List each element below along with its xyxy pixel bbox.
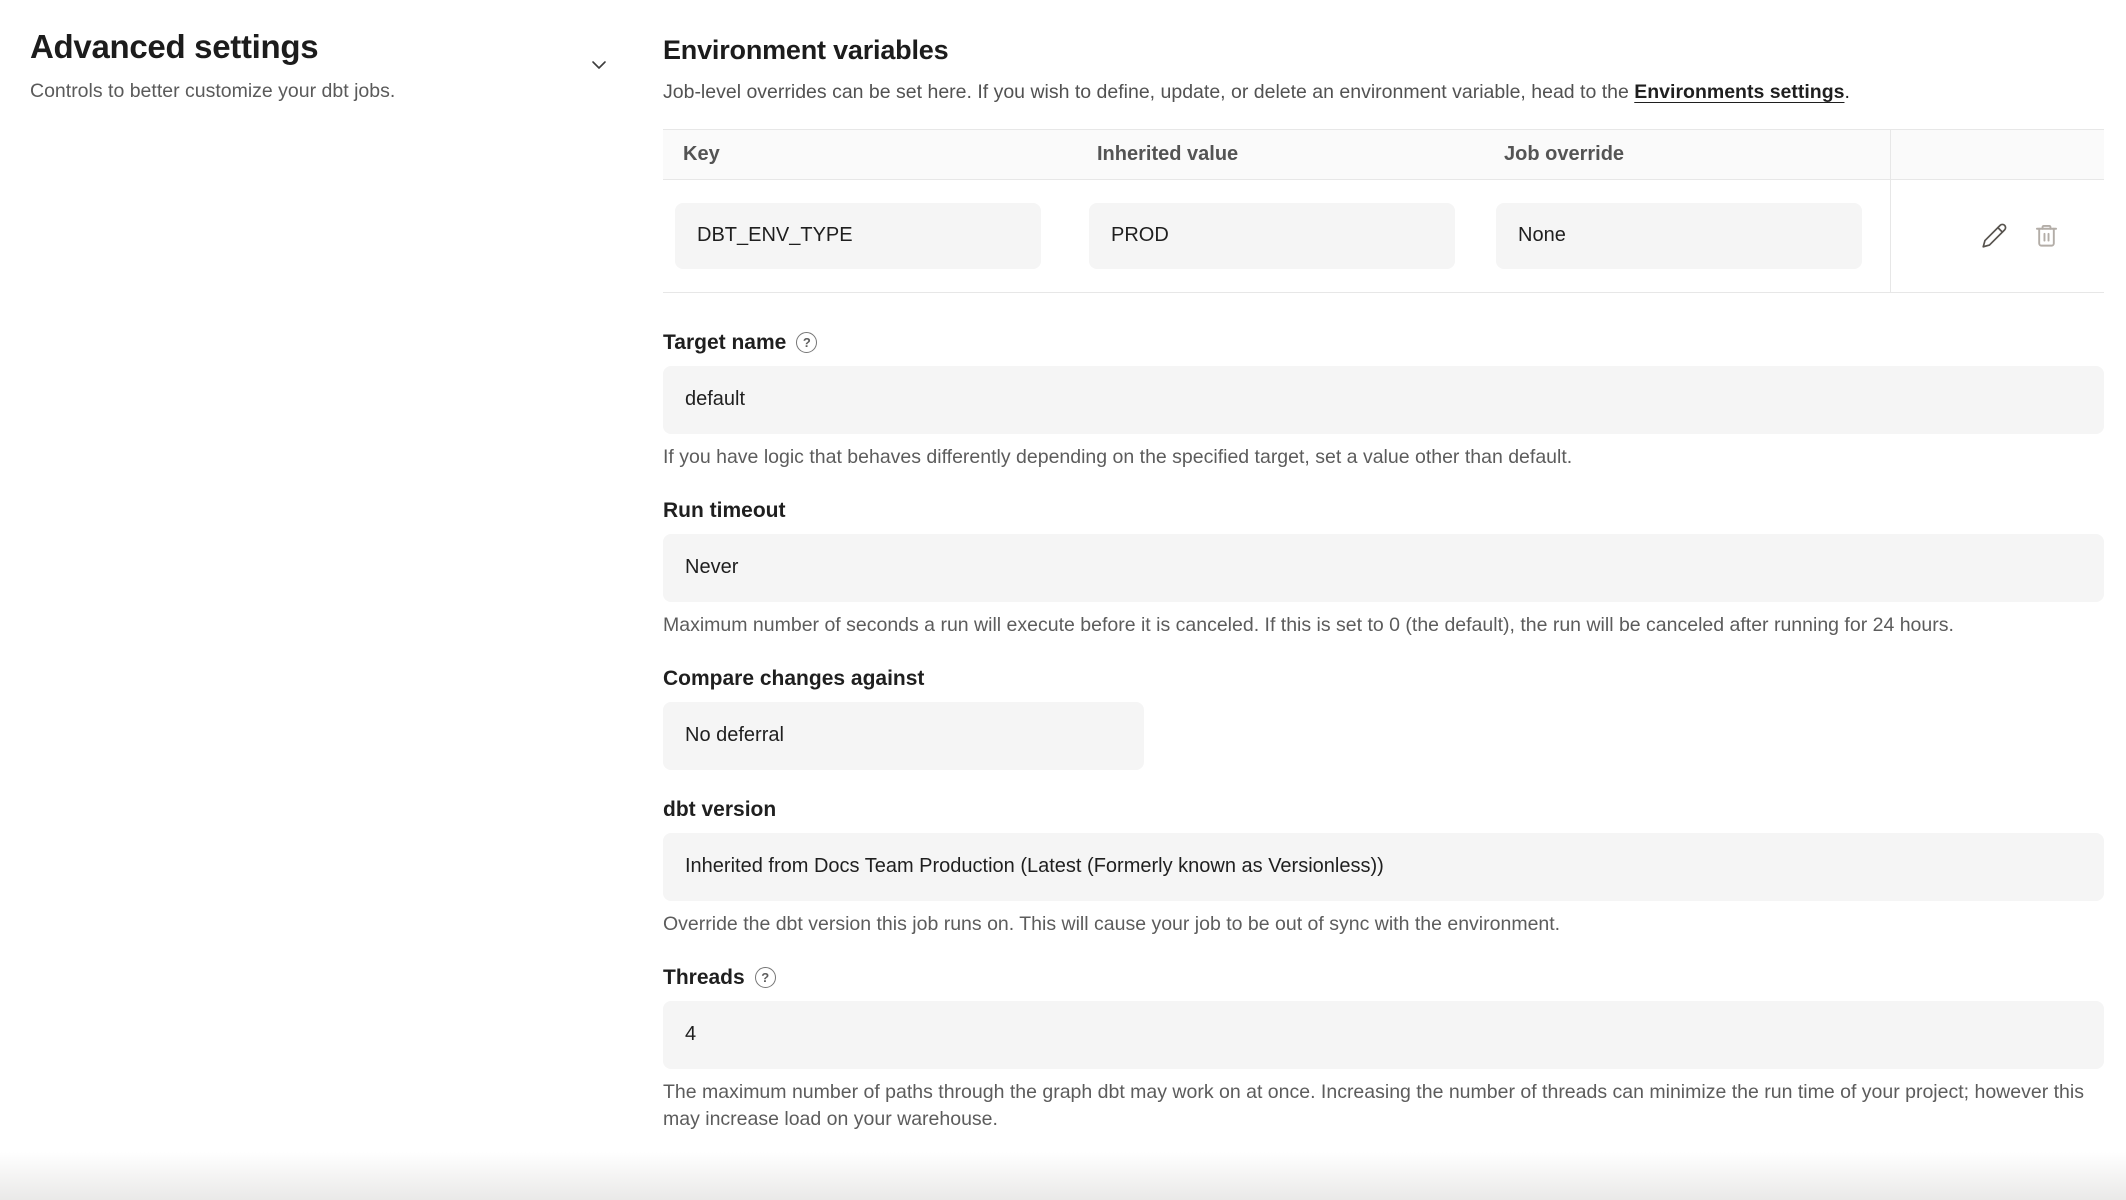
env-vars-title: Environment variables	[663, 34, 2104, 66]
field-label-row: Target name ?	[663, 329, 2104, 356]
column-header-job-override: Job override	[1484, 130, 1890, 179]
env-vars-table-header: Key Inherited value Job override	[663, 130, 2104, 180]
column-header-actions	[1890, 130, 2104, 179]
bottom-fade	[0, 1152, 2126, 1200]
table-row: DBT_ENV_TYPE PROD None	[663, 180, 2104, 292]
left-panel: Advanced settings Controls to better cus…	[0, 0, 663, 105]
run-timeout-helper: Maximum number of seconds a run will exe…	[663, 612, 2104, 639]
field-label-row: Compare changes against	[663, 665, 2104, 692]
help-icon[interactable]: ?	[796, 332, 817, 353]
target-name-helper: If you have logic that behaves different…	[663, 444, 2104, 471]
pencil-icon	[1981, 222, 2008, 249]
dbt-version-label: dbt version	[663, 796, 776, 823]
compare-changes-select[interactable]: No deferral	[663, 702, 1144, 770]
env-var-inherited-value: PROD	[1089, 203, 1455, 269]
target-name-label: Target name	[663, 329, 786, 356]
chevron-down-icon	[587, 53, 611, 77]
env-var-override-cell: None	[1484, 203, 1890, 269]
advanced-settings-content: Environment variables Job-level override…	[663, 0, 2104, 1133]
field-label-row: dbt version	[663, 796, 2104, 823]
env-var-inherited-cell: PROD	[1077, 203, 1484, 269]
field-run-timeout: Run timeout Never Maximum number of seco…	[663, 497, 2104, 639]
environments-settings-link[interactable]: Environments settings	[1634, 81, 1844, 103]
run-timeout-label: Run timeout	[663, 497, 785, 524]
env-var-key-value: DBT_ENV_TYPE	[675, 203, 1041, 269]
column-header-key: Key	[663, 130, 1077, 179]
field-label-row: Threads ?	[663, 964, 2104, 991]
threads-helper: The maximum number of paths through the …	[663, 1079, 2104, 1133]
field-dbt-version: dbt version Inherited from Docs Team Pro…	[663, 796, 2104, 938]
env-vars-description-text: Job-level overrides can be set here. If …	[663, 81, 1634, 103]
field-label-row: Run timeout	[663, 497, 2104, 524]
env-vars-table: Key Inherited value Job override DBT_ENV…	[663, 129, 2104, 293]
env-var-actions-cell	[1890, 180, 2104, 292]
threads-label: Threads	[663, 964, 745, 991]
edit-env-var-button[interactable]	[1980, 222, 2008, 250]
field-compare-changes: Compare changes against No deferral	[663, 665, 2104, 770]
section-collapse-button[interactable]	[584, 50, 614, 80]
dbt-version-select[interactable]: Inherited from Docs Team Production (Lat…	[663, 833, 2104, 901]
dbt-version-helper: Override the dbt version this job runs o…	[663, 911, 2104, 938]
env-var-key-cell: DBT_ENV_TYPE	[663, 203, 1077, 269]
help-icon[interactable]: ?	[755, 967, 776, 988]
field-threads: Threads ? 4 The maximum number of paths …	[663, 964, 2104, 1133]
trash-icon	[2033, 222, 2060, 249]
target-name-input[interactable]: default	[663, 366, 2104, 434]
env-vars-description-period: .	[1844, 81, 1849, 103]
threads-input[interactable]: 4	[663, 1001, 2104, 1069]
page-subtitle: Controls to better customize your dbt jo…	[30, 79, 663, 104]
field-target-name: Target name ? default If you have logic …	[663, 329, 2104, 471]
run-timeout-input[interactable]: Never	[663, 534, 2104, 602]
env-var-job-override-value: None	[1496, 203, 1862, 269]
column-header-inherited-value: Inherited value	[1077, 130, 1484, 179]
compare-changes-label: Compare changes against	[663, 665, 924, 692]
delete-env-var-button[interactable]	[2032, 222, 2060, 250]
page-title: Advanced settings	[30, 26, 663, 67]
env-vars-description: Job-level overrides can be set here. If …	[663, 79, 2104, 106]
advanced-settings-page: Advanced settings Controls to better cus…	[0, 0, 2126, 1200]
